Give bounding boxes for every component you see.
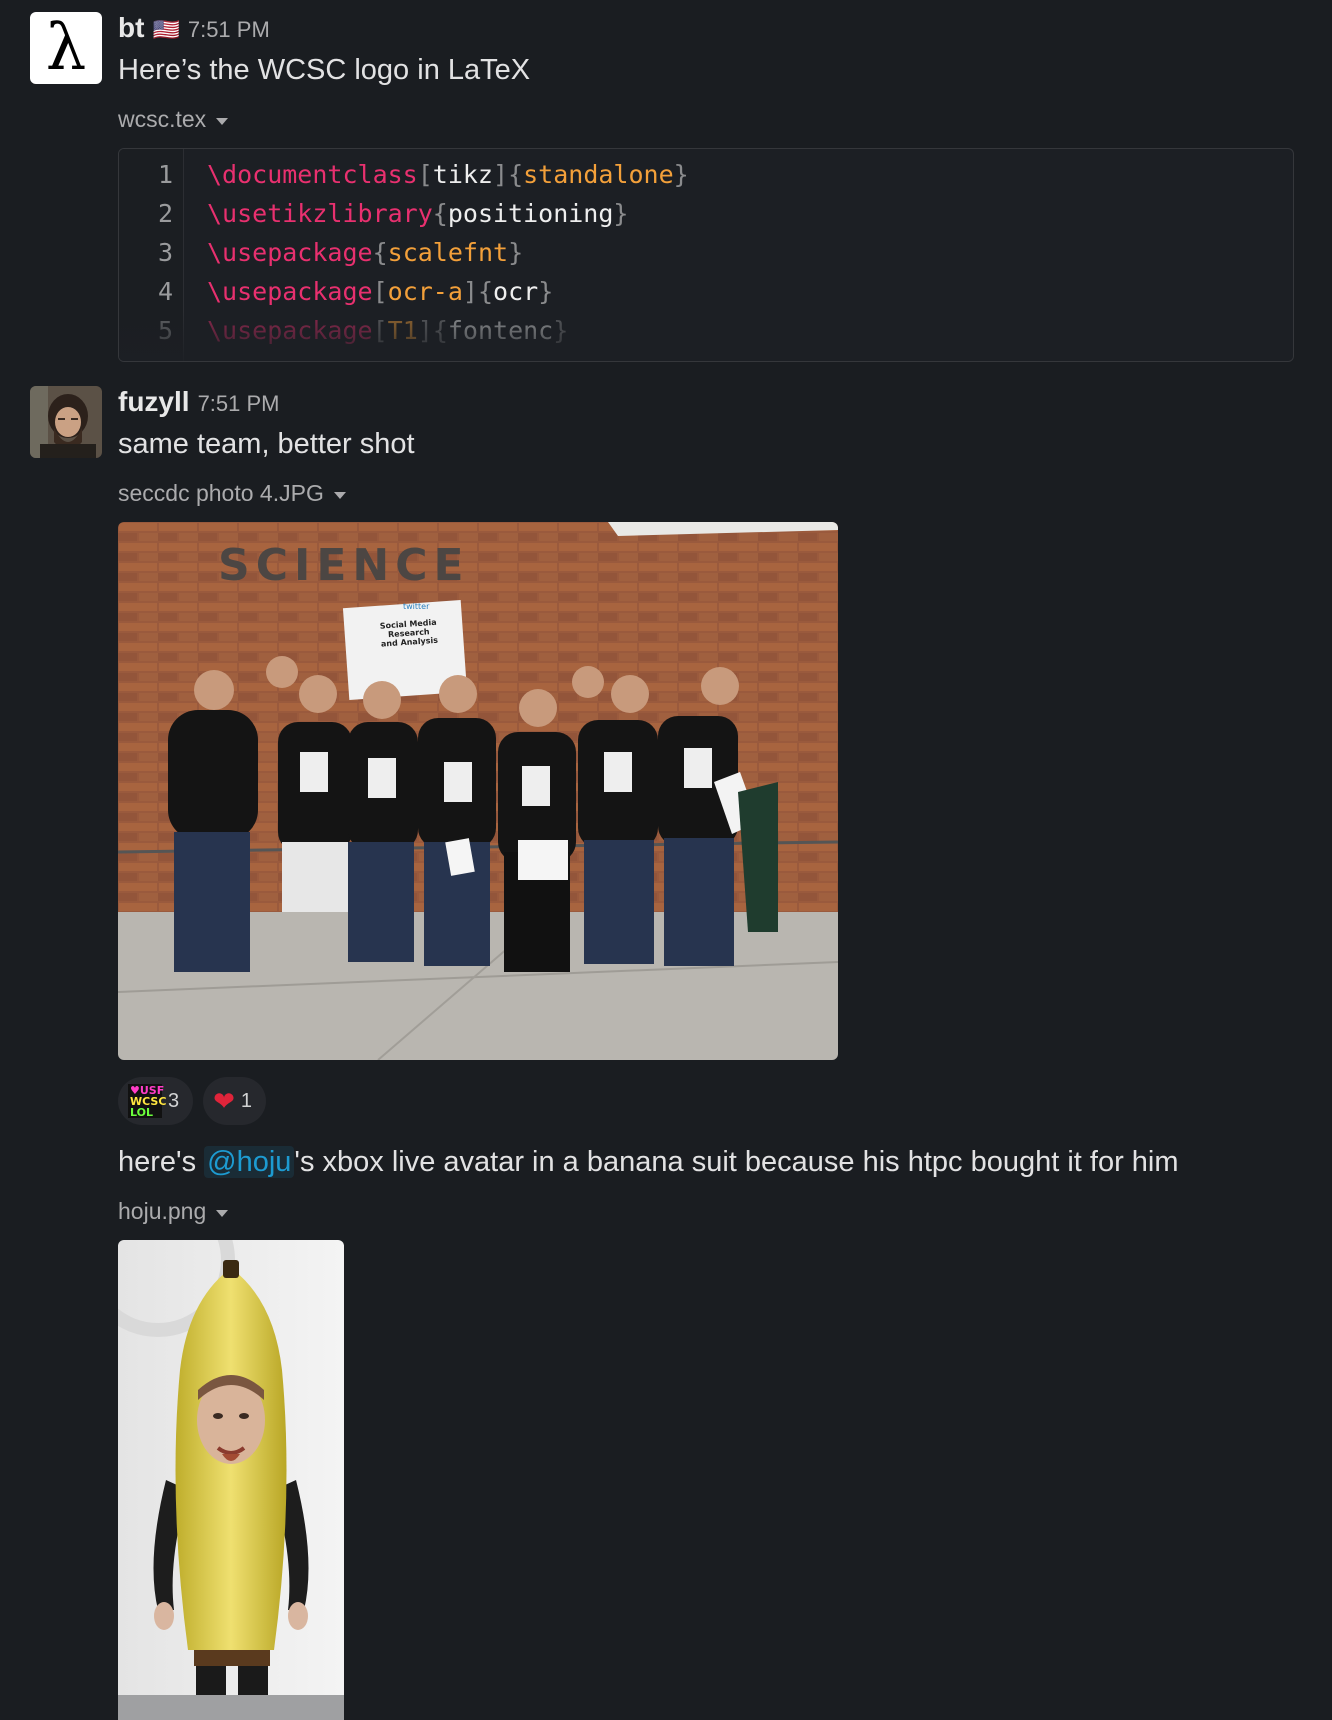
bearded-man-avatar-icon: [30, 386, 102, 458]
line-number: 2: [157, 199, 173, 228]
message-text: here's @hoju's xbox live avatar in a ban…: [118, 1146, 1179, 1179]
banana-suit-avatar-illustration: [118, 1240, 344, 1720]
emoji-line-2: WCSC: [130, 1094, 167, 1108]
username[interactable]: fuzyll: [118, 386, 190, 418]
code-line: 3 \usepackage{scalefnt}: [119, 233, 1293, 272]
code-token: [: [372, 277, 388, 306]
code-fade-overlay: [119, 311, 1293, 361]
message-text: Here’s the WCSC logo in LaTeX: [118, 54, 531, 86]
code-token: \usetikzlibrary: [207, 199, 433, 228]
code-token: {: [372, 238, 388, 267]
code-token: }: [673, 160, 689, 189]
reactions-bar: ♥USF WCSC LOL 3 ❤ 1: [118, 1077, 267, 1125]
message-header: fuzyll 7:51 PM: [118, 386, 280, 418]
code-token: ocr-a: [387, 277, 463, 306]
reaction-count: 3: [168, 1089, 180, 1112]
team-photo-image[interactable]: SCIENCE twitter Social Media Research an…: [118, 522, 838, 1060]
attachment-filename[interactable]: seccdc photo 4.JPG: [118, 480, 346, 507]
poster-brand: twitter: [403, 602, 430, 611]
code-source: \documentclass[tikz]{standalone}: [207, 155, 689, 194]
user-mention[interactable]: @hoju: [204, 1146, 295, 1178]
code-line: 1 \documentclass[tikz]{standalone}: [119, 155, 1293, 194]
code-line: 2 \usetikzlibrary{positioning}: [119, 194, 1293, 233]
code-token: \usepackage: [207, 277, 373, 306]
code-token: \documentclass: [207, 160, 418, 189]
reaction-count: 1: [240, 1089, 253, 1112]
code-token: {: [477, 277, 494, 306]
code-token: ]: [493, 160, 509, 189]
code-line: 4 \usepackage[ocr-a]{ocr}: [119, 272, 1293, 311]
reaction-wcsc[interactable]: ♥USF WCSC LOL 3: [118, 1077, 194, 1125]
line-number: 3: [157, 238, 173, 267]
code-token: ocr: [493, 277, 539, 306]
code-snippet[interactable]: 1 \documentclass[tikz]{standalone} 2 \useti…: [118, 148, 1294, 362]
message-text: same team, better shot: [118, 428, 415, 460]
emoji-line-3: LOL: [130, 1105, 153, 1119]
code-token: {: [508, 160, 524, 189]
filename-label: seccdc photo 4.JPG: [118, 480, 324, 506]
emoji-line-1: ♥USF: [130, 1083, 165, 1097]
team-photo-illustration: SCIENCE twitter Social Media Research an…: [118, 522, 838, 1060]
attachment-filename[interactable]: wcsc.tex: [118, 106, 229, 133]
attachment-filename[interactable]: hoju.png: [118, 1198, 229, 1225]
line-number: 4: [157, 277, 173, 306]
filename-label: hoju.png: [118, 1198, 207, 1224]
code-token: [: [417, 160, 433, 189]
line-number: 1: [157, 160, 173, 189]
timestamp[interactable]: 7:51 PM: [188, 17, 270, 43]
code-token: ]: [462, 277, 478, 306]
timestamp[interactable]: 7:51 PM: [198, 391, 280, 417]
text-before-mention: here's: [118, 1146, 205, 1178]
code-source: \usepackage[ocr-a]{ocr}: [207, 272, 553, 311]
code-source: \usepackage{scalefnt}: [207, 233, 523, 272]
lambda-avatar[interactable]: λ: [30, 12, 102, 84]
us-flag-icon: 🇺🇸: [152, 17, 180, 42]
text-after-mention: 's xbox live avatar in a banana suit bec…: [294, 1146, 1179, 1178]
chevron-down-icon[interactable]: [216, 1209, 229, 1217]
chevron-down-icon[interactable]: [333, 491, 346, 499]
reaction-heart[interactable]: ❤ 1: [203, 1077, 267, 1125]
code-token: }: [613, 199, 629, 228]
message-header: bt 🇺🇸 7:51 PM: [118, 12, 270, 44]
code-token: scalefnt: [387, 238, 509, 267]
banana-avatar-image[interactable]: [118, 1240, 344, 1720]
wcsc-custom-emoji: ♥USF WCSC LOL: [128, 1083, 167, 1119]
user-photo-avatar[interactable]: [30, 386, 102, 458]
heart-emoji: ❤: [213, 1086, 235, 1116]
code-token: tikz: [432, 160, 493, 189]
code-token: }: [508, 238, 524, 267]
filename-label: wcsc.tex: [118, 106, 207, 132]
code-token: standalone: [523, 160, 674, 189]
code-token: \usepackage: [207, 238, 373, 267]
code-token: positioning: [447, 199, 614, 228]
chevron-down-icon[interactable]: [216, 117, 229, 125]
code-source: \usetikzlibrary{positioning}: [207, 194, 628, 233]
code-token: }: [538, 277, 554, 306]
code-token: {: [432, 199, 448, 228]
science-sign: SCIENCE: [218, 540, 470, 591]
username[interactable]: bt: [118, 12, 144, 44]
poster-text: Social Media Research and Analysis: [379, 617, 439, 649]
